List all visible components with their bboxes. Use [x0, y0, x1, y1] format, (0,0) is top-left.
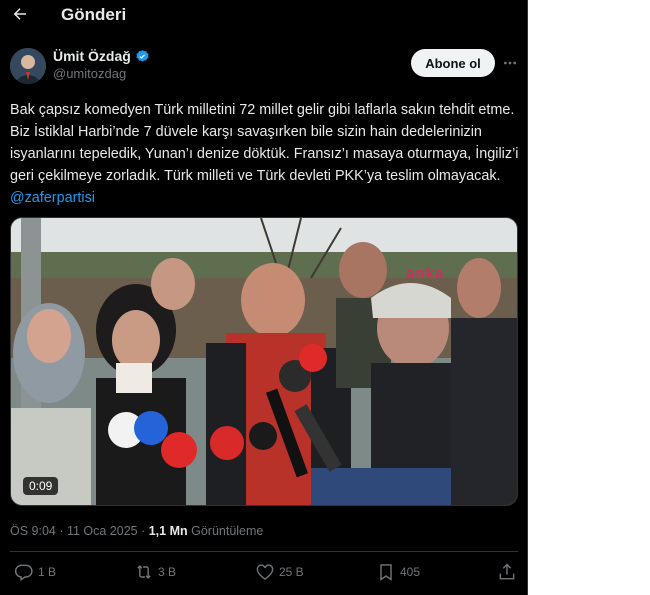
- tweet-body: Bak çapsız komedyen Türk milletini 72 mi…: [10, 102, 519, 184]
- verified-badge-icon: [136, 49, 149, 62]
- post-timestamp[interactable]: ÖS 9:04 · 11 Oca 2025 ·: [10, 524, 149, 538]
- page-title: Gönderi: [61, 5, 127, 24]
- video-duration: 0:09: [23, 477, 59, 495]
- video-frame: [11, 218, 517, 505]
- author-info: Ümit Özdağ @umitozdag: [53, 48, 150, 81]
- back-arrow-icon[interactable]: [10, 4, 30, 24]
- like-button[interactable]: 25 B: [255, 562, 304, 582]
- reply-icon: [14, 564, 33, 582]
- page-header: Gönderi: [0, 0, 527, 32]
- follow-button[interactable]: Abone ol: [411, 49, 495, 77]
- author-handle[interactable]: @umitozdag: [53, 66, 150, 81]
- view-count[interactable]: 1,1 Mn: [149, 524, 188, 538]
- share-icon: [499, 563, 515, 580]
- like-icon: [256, 564, 274, 580]
- reply-count: 1 B: [38, 565, 57, 579]
- bookmark-icon: [380, 564, 392, 581]
- bookmark-count: 405: [400, 565, 421, 579]
- avatar[interactable]: [10, 48, 46, 84]
- like-count: 25 B: [279, 565, 304, 579]
- repost-count: 3 B: [158, 565, 177, 579]
- more-icon[interactable]: [500, 54, 520, 72]
- post-panel: Gönderi Ümit Özdağ @umitozdag Abone ol B…: [0, 0, 528, 595]
- video-watermark: anka: [406, 265, 445, 282]
- view-count-label: Görüntüleme: [187, 524, 264, 538]
- mention-link[interactable]: @zaferpartisi: [10, 190, 95, 206]
- divider: [10, 551, 518, 552]
- share-button[interactable]: [497, 562, 517, 582]
- post-meta: ÖS 9:04 · 11 Oca 2025 · 1,1 Mn Görüntüle…: [10, 524, 263, 538]
- action-bar: 1 B 3 B 25 B 405: [0, 562, 527, 590]
- repost-button[interactable]: 3 B: [134, 562, 176, 582]
- reply-button[interactable]: 1 B: [14, 562, 56, 582]
- tweet-text: Bak çapsız komedyen Türk milletini 72 mi…: [10, 99, 522, 209]
- repost-icon: [137, 565, 151, 579]
- bookmark-button[interactable]: 405: [376, 562, 420, 582]
- video-player[interactable]: anka 0:09: [10, 217, 518, 506]
- author-name[interactable]: Ümit Özdağ: [53, 48, 131, 64]
